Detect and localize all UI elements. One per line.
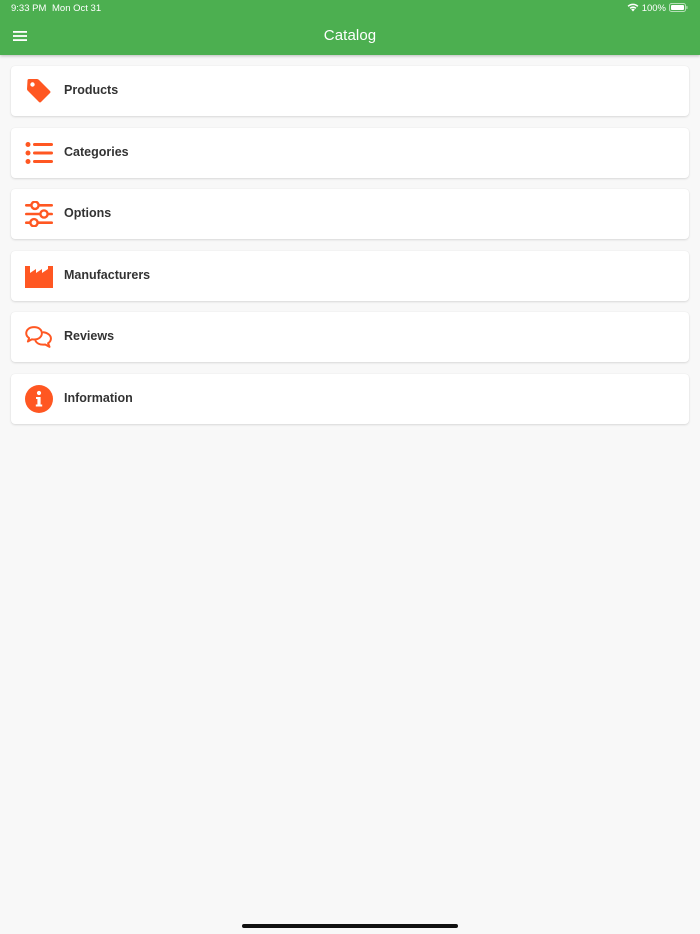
home-indicator[interactable] [242, 924, 458, 928]
menu-item-label: Products [64, 83, 119, 97]
wifi-icon [627, 0, 639, 17]
status-indicators: 100% [627, 2, 688, 14]
menu-item-products[interactable]: Products [11, 66, 689, 116]
tag-icon [25, 77, 53, 105]
menu-item-label: Categories [64, 144, 129, 159]
menu-item-label: Manufacturers [64, 267, 151, 282]
menu-item-manufacturers[interactable]: Manufacturers [11, 250, 689, 301]
factory-icon [25, 262, 53, 290]
comments-icon [25, 323, 53, 351]
sliders-icon [25, 200, 53, 228]
catalog-menu-list: Products Categories Options Manufacturer… [11, 66, 689, 435]
status-date: Mon Oct 31 [52, 3, 102, 14]
app-bar: 9:33 PM Mon Oct 31 100% Catalog [0, 0, 700, 55]
info-circle-icon [25, 384, 53, 413]
menu-item-label: Options [64, 206, 112, 220]
menu-item-label: Information [64, 390, 133, 405]
menu-item-options[interactable]: Options [11, 189, 689, 239]
menu-item-reviews[interactable]: Reviews [11, 312, 689, 362]
status-time: 9:33 PM [11, 3, 47, 14]
page-title: Catalog [323, 27, 377, 44]
menu-item-label: Reviews [64, 329, 115, 343]
menu-item-categories[interactable]: Categories [11, 127, 689, 178]
battery-icon [669, 0, 688, 17]
list-icon [25, 139, 53, 167]
menu-item-information[interactable]: Information [11, 373, 689, 424]
battery-percentage: 100% [641, 2, 666, 14]
